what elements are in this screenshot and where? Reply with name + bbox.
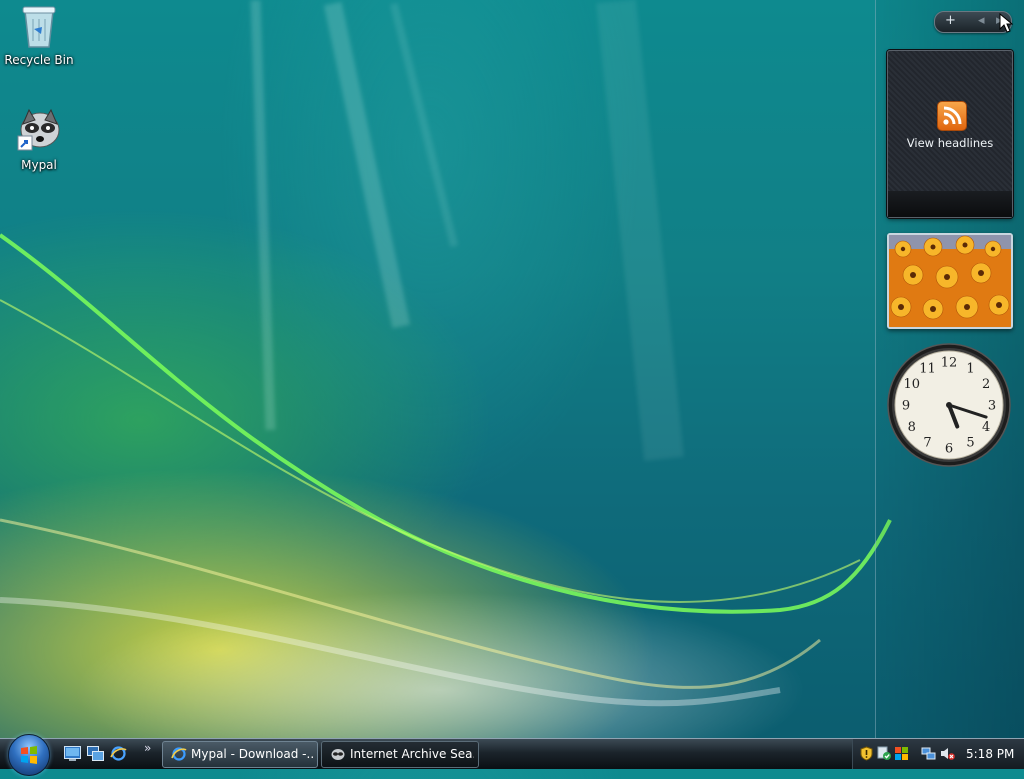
taskbar-button-mypal-download[interactable]: Mypal - Download -...: [162, 741, 318, 768]
clock-number: 2: [982, 377, 990, 392]
clock-number: 3: [988, 399, 996, 414]
recycle-bin-icon[interactable]: Recycle Bin: [1, 3, 77, 67]
recycle-bin-label: Recycle Bin: [4, 53, 74, 67]
ie-icon: [171, 747, 187, 761]
slideshow-gadget[interactable]: [887, 233, 1013, 329]
more-quick-launch-button[interactable]: »: [144, 741, 151, 755]
security-shield-icon[interactable]: [859, 746, 874, 761]
wallpaper-waves: [0, 233, 892, 707]
clock-gadget[interactable]: 12 1 2 3 4 5 6 7 8 9 10 11: [886, 342, 1012, 468]
feed-gadget-footer: [888, 191, 1012, 217]
taskbar-button-label: Mypal - Download -...: [191, 747, 313, 761]
start-button[interactable]: [8, 734, 50, 776]
mouse-cursor-icon: [999, 13, 1013, 33]
clock-number: 10: [904, 377, 921, 392]
show-desktop-icon[interactable]: [64, 746, 81, 761]
clock-number: 8: [908, 420, 916, 435]
taskbar-clock[interactable]: 5:18 PM: [966, 739, 1014, 769]
mypal-label: Mypal: [21, 158, 57, 172]
view-headlines-link[interactable]: View headlines: [888, 136, 1012, 150]
clock-number: 11: [919, 361, 936, 376]
clock-number: 7: [923, 436, 931, 451]
windows-flag-icon[interactable]: [894, 746, 909, 761]
network-icon[interactable]: [921, 746, 936, 761]
clock-number: 12: [941, 356, 958, 371]
raccoon-icon: [17, 108, 60, 151]
taskbar-button-label: Internet Archive Sea...: [350, 747, 474, 761]
flowers-image: [889, 235, 1011, 327]
clock-number: 9: [902, 399, 910, 414]
add-gadget-button[interactable]: +: [945, 13, 956, 28]
taskbar-button-internet-archive[interactable]: Internet Archive Sea...: [321, 741, 479, 768]
clock-number: 4: [982, 420, 990, 435]
windows-update-icon[interactable]: [877, 746, 892, 761]
internet-explorer-icon[interactable]: [110, 746, 127, 761]
rss-icon: [937, 101, 967, 131]
clock-number: 5: [966, 436, 974, 451]
feed-headlines-gadget[interactable]: View headlines: [887, 50, 1013, 218]
clock-number: 1: [966, 361, 974, 376]
previous-page-button[interactable]: ◂: [978, 13, 985, 28]
windows-logo-icon: [21, 746, 37, 764]
taskbar: » Mypal - Download -... Internet Archive…: [0, 734, 1024, 776]
clock-number: 6: [945, 442, 953, 457]
volume-muted-icon[interactable]: [940, 746, 955, 761]
mypal-icon: [331, 749, 345, 760]
mypal-shortcut[interactable]: Mypal: [1, 106, 77, 172]
trash-icon: [22, 6, 56, 48]
switch-windows-icon[interactable]: [87, 746, 104, 761]
